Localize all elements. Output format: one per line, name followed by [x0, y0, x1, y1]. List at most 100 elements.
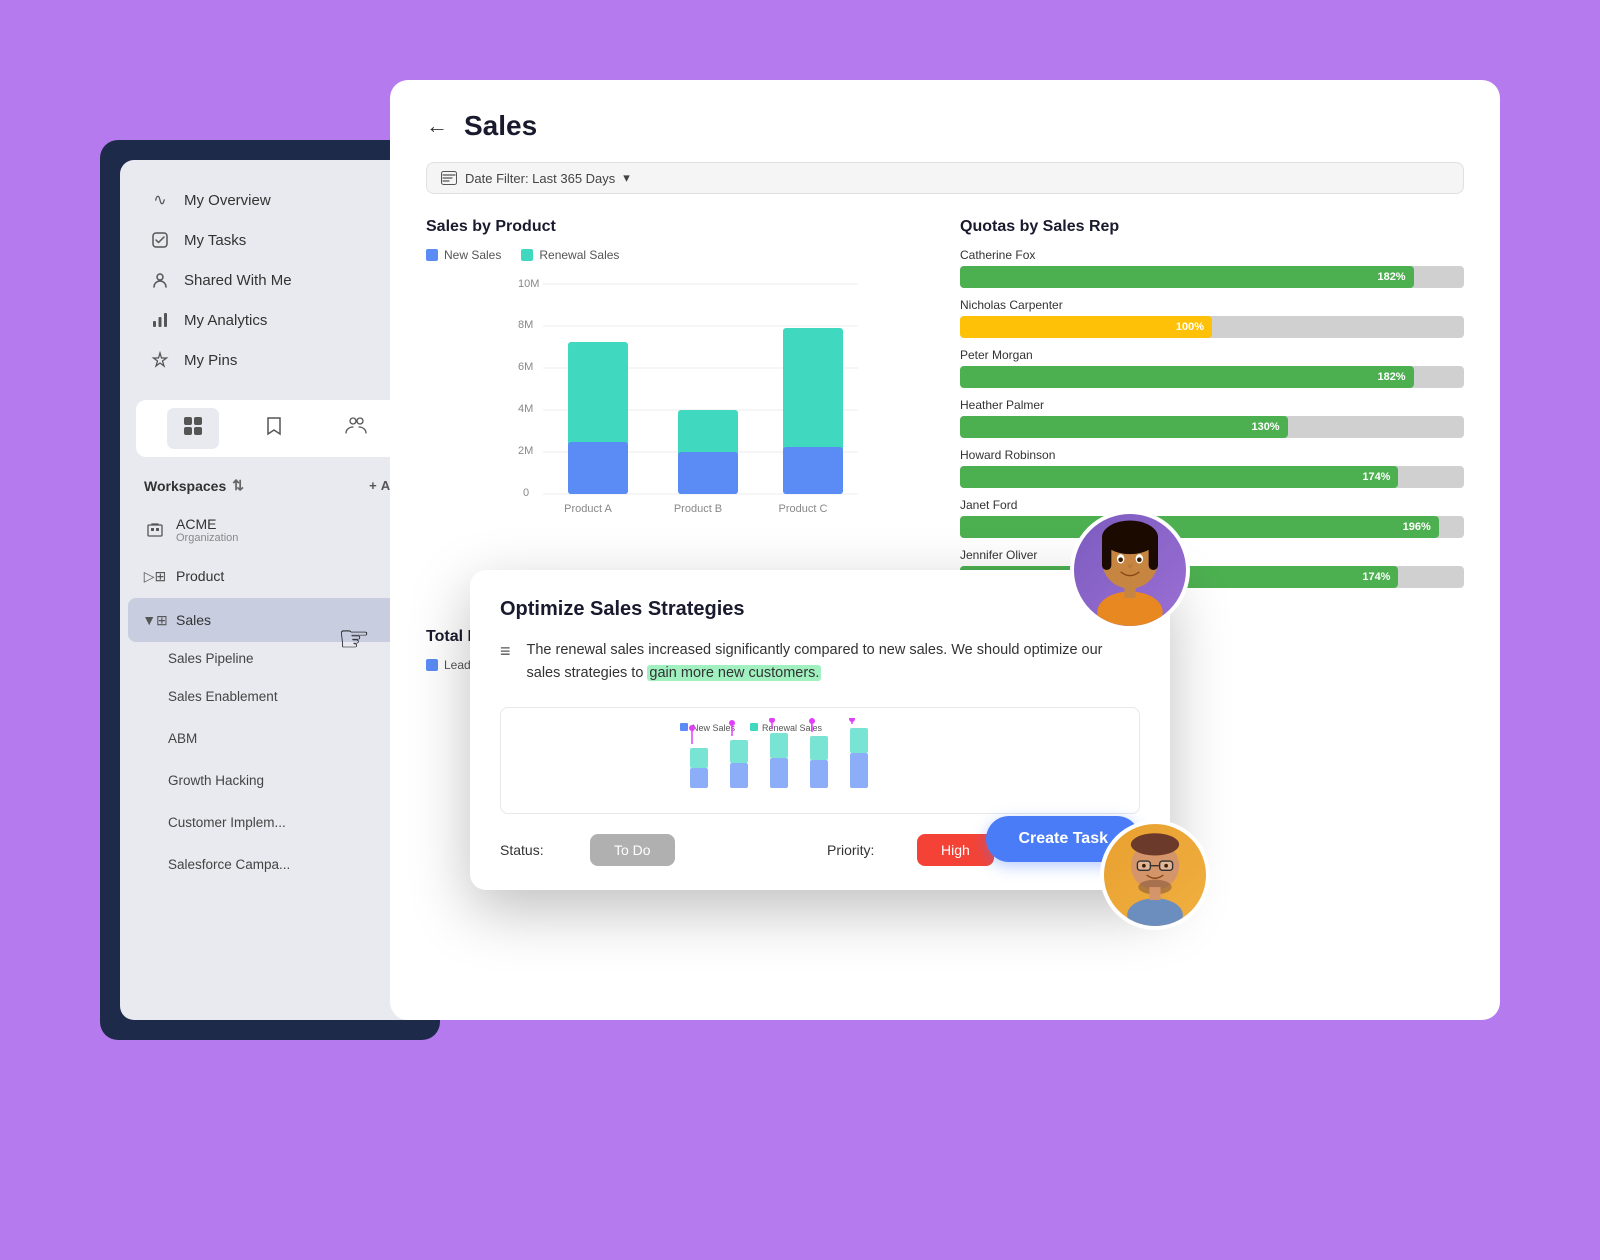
quota-name: Heather Palmer	[960, 398, 1464, 412]
sub-item-label: Sales Pipeline	[168, 651, 254, 666]
sidebar-item-pins[interactable]: My Pins	[136, 340, 414, 380]
date-filter-label: Date Filter: Last 365 Days	[465, 171, 615, 186]
status-value[interactable]: To Do	[590, 834, 675, 866]
acme-label: ACME	[176, 516, 238, 532]
svg-text:2M: 2M	[518, 445, 533, 457]
sales-label: Sales	[176, 612, 211, 628]
legend-label: Renewal Sales	[539, 248, 619, 262]
menu-icon: ≡	[500, 641, 511, 685]
quota-bar-fill: 182%	[960, 266, 1414, 288]
sales-sub-items: Sales Pipeline Sales Enablement ⋮ ABM ⋮	[128, 642, 422, 885]
svg-text:8M: 8M	[518, 319, 533, 331]
acme-info: ACME Organization	[176, 516, 238, 544]
mini-chart: New Sales Renewal Sales	[500, 707, 1140, 814]
sub-item-label: Salesforce Campa...	[168, 857, 290, 872]
quota-name: Howard Robinson	[960, 448, 1464, 462]
modal-field-status: Status: To Do	[500, 834, 813, 866]
overview-icon: ∿	[150, 190, 170, 210]
workspace-item-sales[interactable]: ▼⊞ Sales ⋮	[128, 598, 422, 642]
sub-item-salesforce[interactable]: Salesforce Campa... ⋮	[158, 843, 422, 885]
date-filter-button[interactable]: Date Filter: Last 365 Days ▾	[426, 162, 1464, 194]
quota-bar-fill: 130%	[960, 416, 1288, 438]
acme-subtitle: Organization	[176, 532, 238, 544]
modal-highlight-text: gain more new customers.	[647, 665, 821, 681]
shared-icon	[150, 270, 170, 290]
analytics-icon	[150, 310, 170, 330]
page-title: Sales	[464, 110, 537, 142]
sidebar-tabs	[136, 400, 414, 457]
quota-bar-fill: 196%	[960, 516, 1439, 538]
tab-workspaces[interactable]	[167, 408, 219, 449]
tab-bookmarks[interactable]	[250, 408, 298, 449]
sidebar-item-analytics[interactable]: My Analytics	[136, 300, 414, 340]
sub-item-growth[interactable]: Growth Hacking ⋮	[158, 759, 422, 801]
sidebar-item-overview[interactable]: ∿ My Overview	[136, 180, 414, 220]
plus-icon: +	[369, 478, 377, 493]
workspaces-title-group: Workspaces ⇅	[144, 477, 244, 494]
quota-bar-fill: 182%	[960, 366, 1414, 388]
quota-name: Jennifer Oliver	[960, 548, 1464, 562]
main-header: ← Sales	[426, 110, 1464, 142]
sub-item-customer[interactable]: Customer Implem... ⋮	[158, 801, 422, 843]
sidebar-item-tasks[interactable]: My Tasks	[136, 220, 414, 260]
modal-content: ≡ The renewal sales increased significan…	[500, 639, 1140, 685]
priority-label: Priority:	[827, 842, 897, 858]
pins-icon	[150, 350, 170, 370]
quota-name: Catherine Fox	[960, 248, 1464, 262]
product-icon: ▷⊞	[144, 565, 166, 587]
svg-text:0: 0	[523, 487, 529, 499]
priority-value[interactable]: High	[917, 834, 994, 866]
quota-bar-bg: 130%	[960, 416, 1464, 438]
sub-item-pipeline[interactable]: Sales Pipeline	[158, 642, 422, 675]
sidebar-nav-label: My Analytics	[184, 312, 267, 329]
tab-people[interactable]	[329, 408, 383, 449]
sidebar-nav-label: My Pins	[184, 352, 237, 369]
sub-item-enablement[interactable]: Sales Enablement ⋮	[158, 675, 422, 717]
quota-bar-bg: 196%	[960, 516, 1464, 538]
workspace-item-product[interactable]: ▷⊞ Product ⋮	[128, 554, 422, 598]
sub-item-label: Growth Hacking	[168, 773, 264, 788]
sub-item-label: ABM	[168, 731, 197, 746]
create-task-label: Create Task	[1018, 830, 1108, 847]
svg-text:10M: 10M	[518, 278, 539, 290]
svg-text:Product B: Product B	[674, 503, 722, 515]
quota-row: Nicholas Carpenter 100%	[960, 298, 1464, 338]
legend-dot	[521, 249, 533, 261]
sidebar-nav-label: Shared With Me	[184, 272, 292, 289]
chart-legend: New Sales Renewal Sales	[426, 248, 930, 262]
legend-new-sales: New Sales	[426, 248, 501, 262]
modal-text: The renewal sales increased significantl…	[527, 639, 1140, 685]
chart-title: Sales by Product	[426, 218, 930, 236]
quota-bar-bg: 174%	[960, 466, 1464, 488]
workspace-item-acme[interactable]: ACME Organization ⋮	[128, 506, 422, 554]
status-label: Status:	[500, 842, 570, 858]
product-label: Product	[176, 568, 224, 584]
sidebar-nav-label: My Overview	[184, 192, 271, 209]
workspace-item-left: ▷⊞ Product	[144, 565, 224, 587]
quota-bar-bg: 100%	[960, 316, 1464, 338]
modal-card: Optimize Sales Strategies ≡ The renewal …	[470, 570, 1170, 890]
legend-dot	[426, 249, 438, 261]
back-button[interactable]: ←	[426, 113, 448, 139]
acme-icon	[144, 519, 166, 541]
sales-icon: ▼⊞	[144, 609, 166, 631]
quota-bar-fill: 100%	[960, 316, 1212, 338]
sales-by-product-chart: Sales by Product New Sales Renewal Sales…	[426, 218, 930, 598]
sub-item-label: Sales Enablement	[168, 689, 278, 704]
svg-text:6M: 6M	[518, 361, 533, 373]
sort-icon[interactable]: ⇅	[232, 477, 244, 494]
female-avatar-svg	[1074, 510, 1186, 630]
modal-title: Optimize Sales Strategies	[500, 598, 1140, 621]
svg-text:Product C: Product C	[779, 503, 828, 515]
sidebar-item-shared[interactable]: Shared With Me	[136, 260, 414, 300]
svg-text:Renewal Sales: Renewal Sales	[762, 723, 823, 733]
avatar-female	[1070, 510, 1190, 630]
legend-label: New Sales	[444, 248, 501, 262]
quota-bar-bg: 182%	[960, 366, 1464, 388]
quotas-chart: Quotas by Sales Rep Catherine Fox 182% N…	[960, 218, 1464, 598]
sub-item-abm[interactable]: ABM ⋮	[158, 717, 422, 759]
chevron-down-icon: ▾	[623, 170, 630, 186]
quota-bar-fill: 174%	[960, 466, 1398, 488]
svg-text:New Sales: New Sales	[692, 723, 736, 733]
chart-title: Quotas by Sales Rep	[960, 218, 1464, 236]
